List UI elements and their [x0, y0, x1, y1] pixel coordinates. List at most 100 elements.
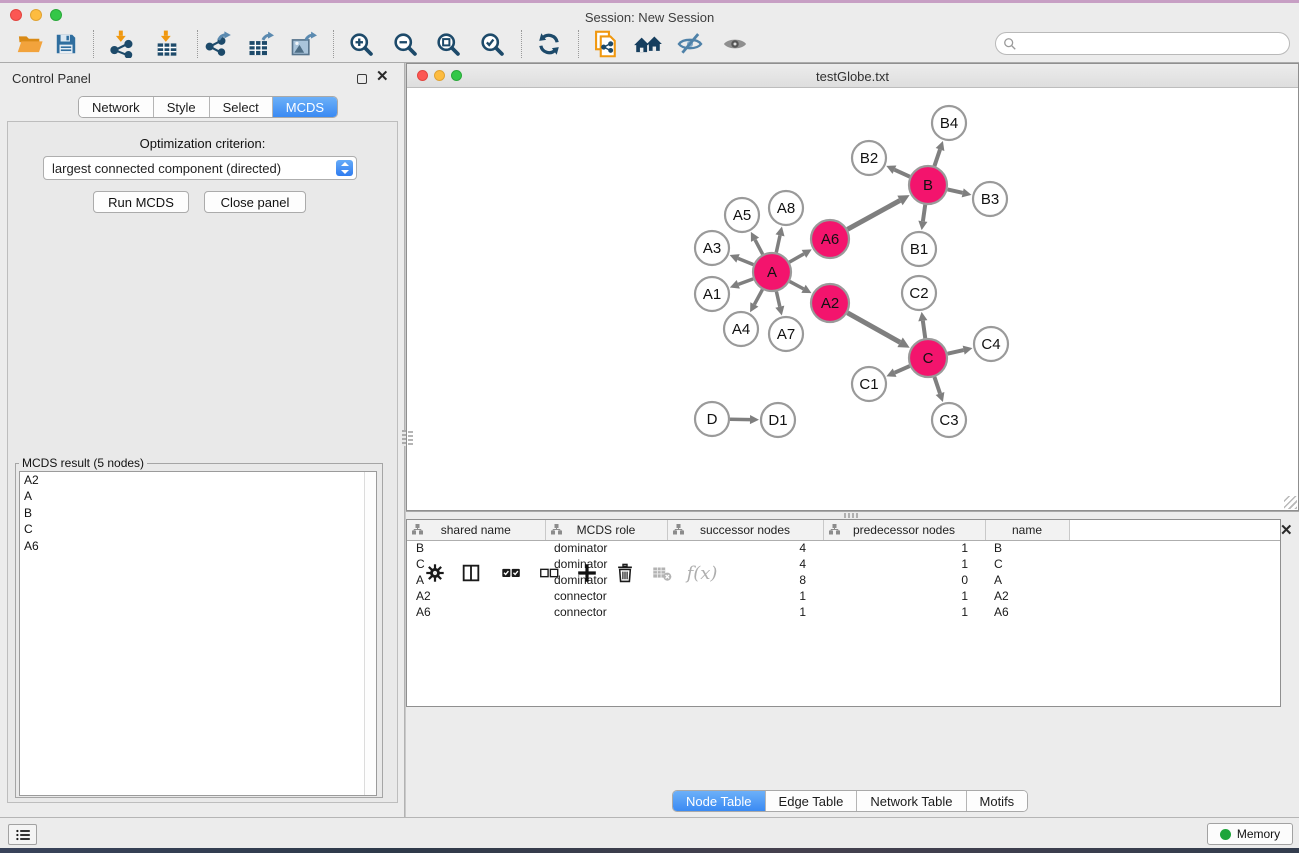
view-resize-grip[interactable]: [408, 431, 413, 447]
node-table[interactable]: shared nameMCDS rolesuccessor nodesprede…: [406, 519, 1281, 707]
table-cell[interactable]: A2: [985, 588, 1069, 604]
float-panel-icon[interactable]: [357, 74, 367, 84]
result-item[interactable]: A2: [20, 472, 376, 488]
horizontal-splitter-grip[interactable]: [844, 513, 858, 518]
network-edge-A-A8[interactable]: [776, 235, 780, 252]
table-cell[interactable]: connector: [545, 588, 667, 604]
result-item[interactable]: A: [20, 488, 376, 504]
clone-network-icon[interactable]: [588, 28, 624, 60]
panel-menu-button[interactable]: [8, 824, 37, 845]
network-edge-C-C1[interactable]: [895, 366, 910, 373]
criterion-dropdown[interactable]: largest connected component (directed): [43, 156, 357, 180]
table-cell[interactable]: 0: [823, 572, 985, 588]
search-input[interactable]: [1021, 37, 1271, 51]
show-hide-panels-icon[interactable]: [672, 28, 708, 60]
zoom-fit-icon[interactable]: [430, 28, 466, 60]
toolbar-separator: [578, 30, 579, 58]
network-edge-C-C2[interactable]: [923, 321, 925, 338]
column-header-predecessor-nodes[interactable]: predecessor nodes: [823, 520, 985, 540]
result-item[interactable]: C: [20, 521, 376, 537]
table-row[interactable]: Bdominator41B: [407, 540, 1281, 556]
network-edge-A-A1[interactable]: [738, 279, 753, 284]
network-edge-B-B4[interactable]: [934, 150, 940, 167]
tab-node-table[interactable]: Node Table: [673, 791, 766, 811]
table-cell[interactable]: B: [985, 540, 1069, 556]
open-session-icon[interactable]: [12, 28, 48, 60]
table-cell[interactable]: A6: [407, 604, 545, 620]
column-header-shared-name[interactable]: shared name: [407, 520, 545, 540]
table-cell[interactable]: 1: [823, 604, 985, 620]
search-field[interactable]: [995, 32, 1290, 55]
settings-gear-icon[interactable]: [419, 557, 451, 589]
network-edge-B-B1[interactable]: [923, 205, 925, 221]
network-edge-A-A2[interactable]: [790, 281, 804, 288]
table-cell[interactable]: B: [407, 540, 545, 556]
node-label: A3: [703, 240, 721, 257]
table-cell[interactable]: A2: [407, 588, 545, 604]
network-edge-C-C4[interactable]: [948, 350, 964, 354]
export-image-icon[interactable]: [285, 28, 321, 60]
result-item[interactable]: B: [20, 505, 376, 521]
zoom-in-icon[interactable]: [343, 28, 379, 60]
tab-mcds[interactable]: MCDS: [273, 97, 337, 117]
zoom-out-icon[interactable]: [387, 28, 423, 60]
unselect-all-icon[interactable]: [533, 557, 565, 589]
delete-column-icon[interactable]: [609, 557, 641, 589]
table-cell[interactable]: 1: [823, 540, 985, 556]
column-icon[interactable]: [455, 557, 487, 589]
export-network-icon[interactable]: [200, 28, 236, 60]
import-network-icon[interactable]: [104, 28, 140, 60]
network-edge-A2-C[interactable]: [847, 313, 900, 343]
memory-label: Memory: [1237, 827, 1280, 841]
network-edge-A-A6[interactable]: [789, 254, 804, 262]
network-edge-A-A3[interactable]: [738, 258, 753, 264]
close-panel-icon[interactable]: ✕: [376, 72, 389, 82]
network-edge-A6-B[interactable]: [848, 200, 900, 229]
network-edge-A-A4[interactable]: [754, 290, 762, 305]
eye-icon[interactable]: [717, 28, 753, 60]
zoom-selected-icon[interactable]: [474, 28, 510, 60]
result-scrollbar[interactable]: [364, 472, 376, 795]
refresh-icon[interactable]: [531, 28, 567, 60]
table-cell[interactable]: A: [985, 572, 1069, 588]
save-session-icon[interactable]: [48, 28, 84, 60]
run-mcds-button[interactable]: Run MCDS: [93, 191, 189, 213]
table-cell[interactable]: 1: [823, 556, 985, 572]
home-icon[interactable]: [630, 28, 666, 60]
network-edge-A-A7[interactable]: [776, 292, 779, 307]
tab-motifs[interactable]: Motifs: [967, 791, 1028, 811]
network-edge-B-B2[interactable]: [894, 170, 909, 177]
column-header-name[interactable]: name: [985, 520, 1069, 540]
tab-network-table[interactable]: Network Table: [857, 791, 966, 811]
network-edge-C-C3[interactable]: [934, 377, 940, 394]
table-cell[interactable]: connector: [545, 604, 667, 620]
tab-style[interactable]: Style: [154, 97, 210, 117]
table-cell[interactable]: C: [985, 556, 1069, 572]
close-table-panel-icon[interactable]: ✕: [1280, 526, 1293, 536]
table-cell[interactable]: 4: [667, 540, 823, 556]
memory-button[interactable]: Memory: [1207, 823, 1293, 845]
tab-network[interactable]: Network: [79, 97, 154, 117]
table-cell[interactable]: A6: [985, 604, 1069, 620]
view-resize-corner[interactable]: [1284, 496, 1297, 509]
network-canvas[interactable]: B4B2BB3A8A5A6A3B1AC2A1A2A4A7C4CC1DD1C3: [407, 89, 1298, 510]
table-cell[interactable]: 1: [667, 604, 823, 620]
mcds-result-list[interactable]: A2ABCA6: [19, 471, 377, 796]
table-cell[interactable]: 1: [823, 588, 985, 604]
import-table-icon[interactable]: [149, 28, 185, 60]
network-edge-A-A5[interactable]: [755, 240, 763, 255]
result-item[interactable]: A6: [20, 538, 376, 554]
column-header-successor-nodes[interactable]: successor nodes: [667, 520, 823, 540]
network-edge-B-B3[interactable]: [948, 189, 963, 192]
table-cell[interactable]: dominator: [545, 540, 667, 556]
column-header-mcds-role[interactable]: MCDS role: [545, 520, 667, 540]
select-all-icon[interactable]: [495, 557, 527, 589]
table-row[interactable]: A6connector11A6: [407, 604, 1281, 620]
table-row[interactable]: A2connector11A2: [407, 588, 1281, 604]
export-table-icon[interactable]: [242, 28, 278, 60]
tab-edge-table[interactable]: Edge Table: [766, 791, 858, 811]
close-panel-button[interactable]: Close panel: [204, 191, 306, 213]
tab-select[interactable]: Select: [210, 97, 273, 117]
table-cell[interactable]: 1: [667, 588, 823, 604]
add-column-icon[interactable]: [571, 557, 603, 589]
